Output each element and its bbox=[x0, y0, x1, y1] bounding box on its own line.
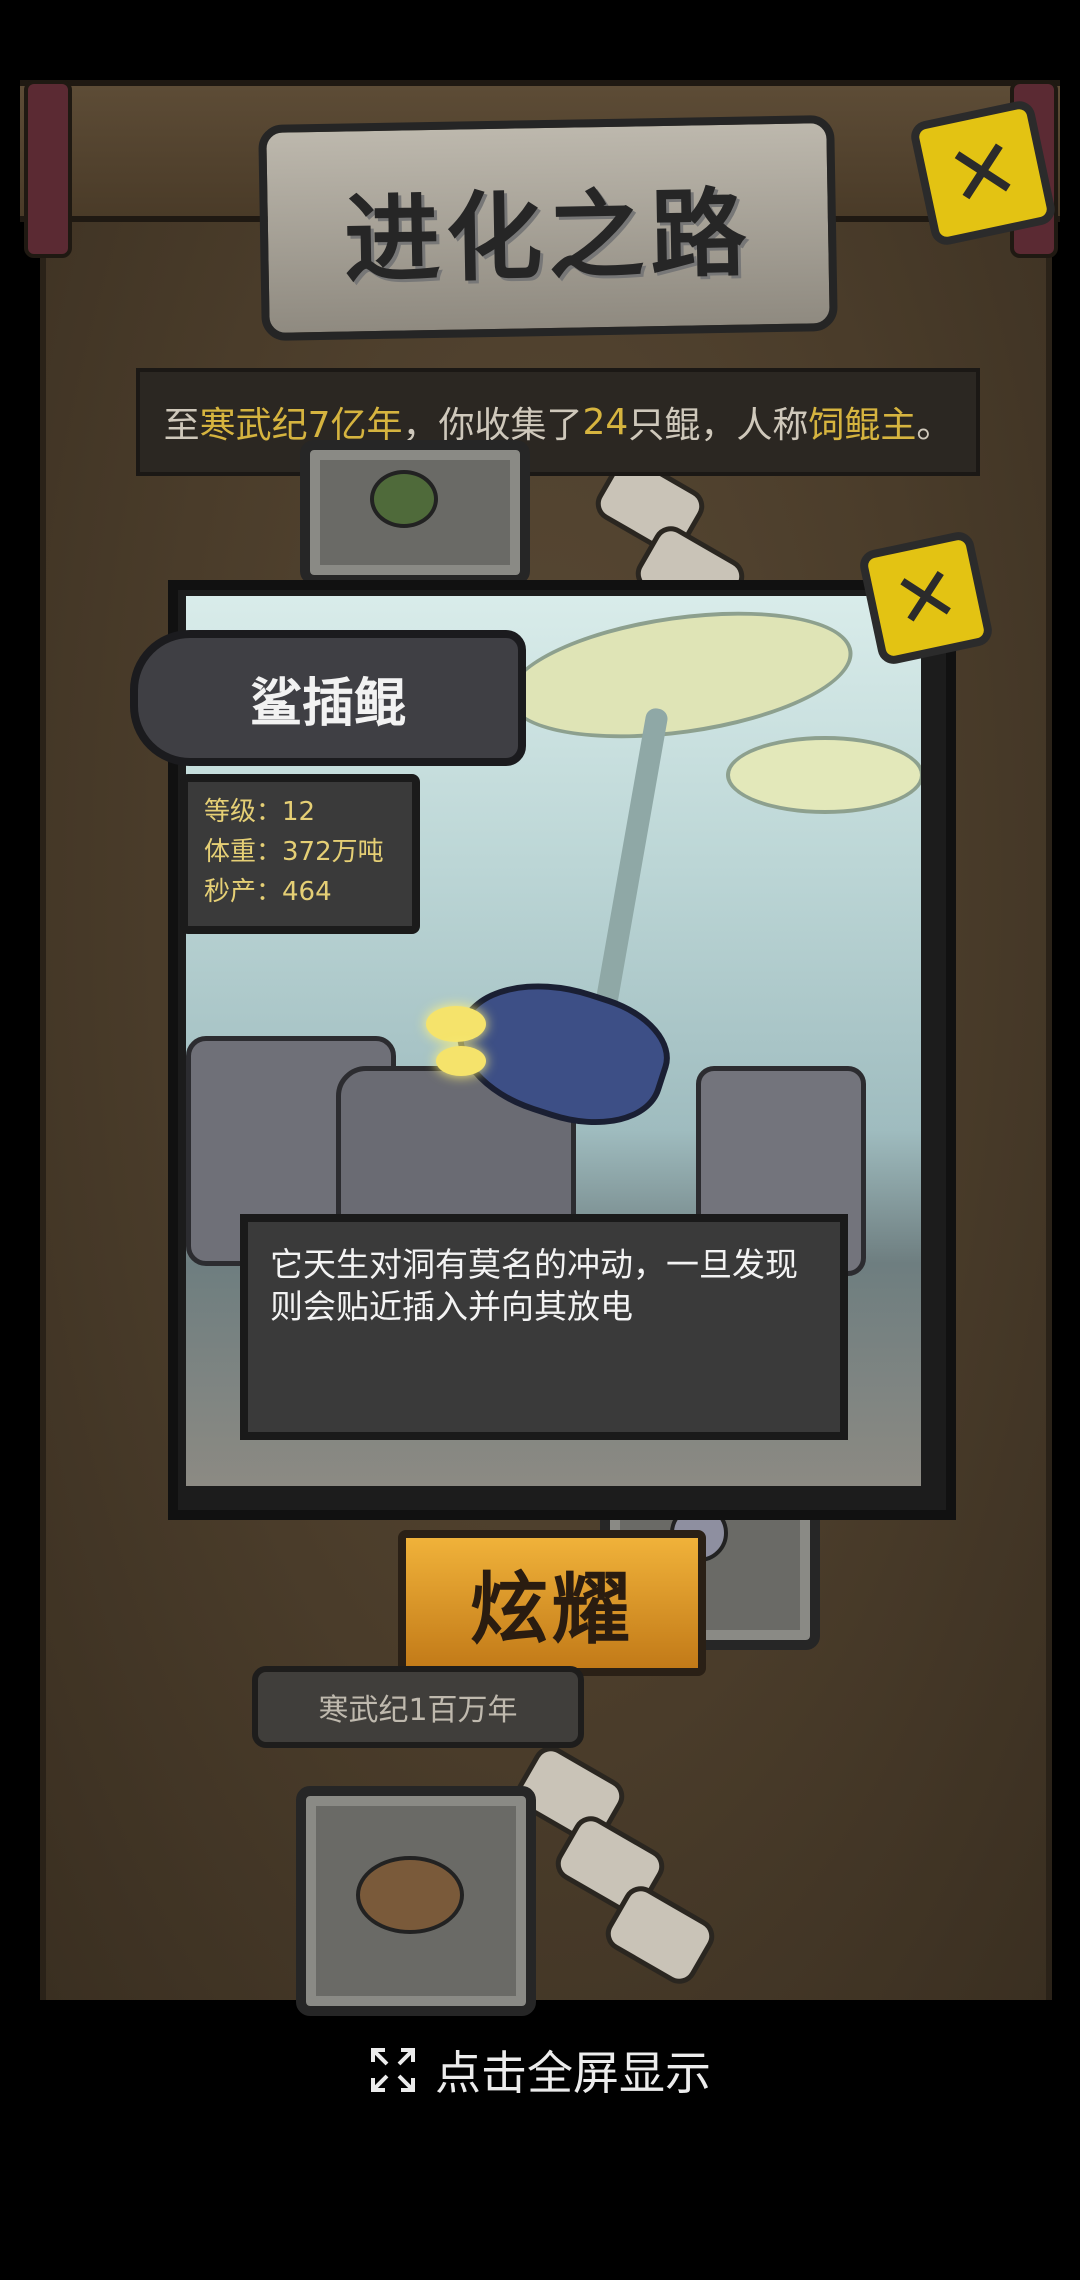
close-icon: ✕ bbox=[938, 117, 1028, 229]
evolution-node-thumbnail[interactable] bbox=[296, 1786, 536, 2016]
creature-name: 鲨插鲲 bbox=[249, 673, 406, 734]
era-label: 寒武纪1百万年 bbox=[252, 1666, 584, 1748]
summary-count: 24 bbox=[582, 401, 629, 443]
stat-output: 秒产：464 bbox=[204, 872, 396, 912]
creature-stats: 等级：12 体重：372万吨 秒产：464 bbox=[180, 774, 420, 934]
page-title: 进化之路 bbox=[343, 176, 754, 297]
electric-spark bbox=[436, 1046, 486, 1076]
electric-spark bbox=[426, 1006, 486, 1042]
summary-honor: 饲鲲主 bbox=[808, 405, 917, 446]
title-board: 进化之路 bbox=[258, 114, 838, 342]
creature-thumbnail-icon bbox=[356, 1856, 464, 1934]
close-icon: ✕ bbox=[885, 547, 967, 648]
stat-label: 等级： bbox=[204, 797, 283, 827]
summary-prefix: 至 bbox=[163, 405, 200, 446]
rod-end-left bbox=[24, 80, 72, 258]
fullscreen-label: 点击全屏显示 bbox=[435, 2046, 711, 2100]
fullscreen-button[interactable]: 点击全屏显示 bbox=[0, 2030, 1080, 2110]
stat-value: 12 bbox=[282, 797, 316, 827]
summary-text: 只鲲，人称 bbox=[628, 405, 809, 446]
plant-canopy bbox=[499, 596, 861, 758]
summary-suffix: 。 bbox=[916, 405, 953, 446]
creature-name-plate: 鲨插鲲 bbox=[130, 630, 526, 766]
expand-icon bbox=[371, 2048, 415, 2092]
show-off-button[interactable]: 炫耀 bbox=[398, 1530, 706, 1676]
plant-canopy bbox=[726, 736, 921, 814]
stat-label: 体重： bbox=[204, 837, 283, 867]
close-button[interactable]: ✕ bbox=[908, 98, 1058, 248]
collection-summary: 至寒武纪7亿年 ，你收集了 24 只鲲，人称 饲鲲主。 bbox=[136, 368, 980, 476]
stat-value: 464 bbox=[282, 877, 332, 907]
evolution-node-thumbnail[interactable] bbox=[300, 440, 530, 585]
creature-description: 它天生对洞有莫名的冲动，一旦发现则会贴近插入并向其放电 bbox=[240, 1214, 848, 1440]
creature-thumbnail-icon bbox=[370, 470, 438, 528]
stat-value: 372万吨 bbox=[282, 837, 384, 867]
card-close-button[interactable]: ✕ bbox=[857, 529, 995, 667]
stat-label: 秒产： bbox=[204, 877, 283, 907]
stat-weight: 体重：372万吨 bbox=[204, 832, 396, 872]
stat-level: 等级：12 bbox=[204, 792, 396, 832]
